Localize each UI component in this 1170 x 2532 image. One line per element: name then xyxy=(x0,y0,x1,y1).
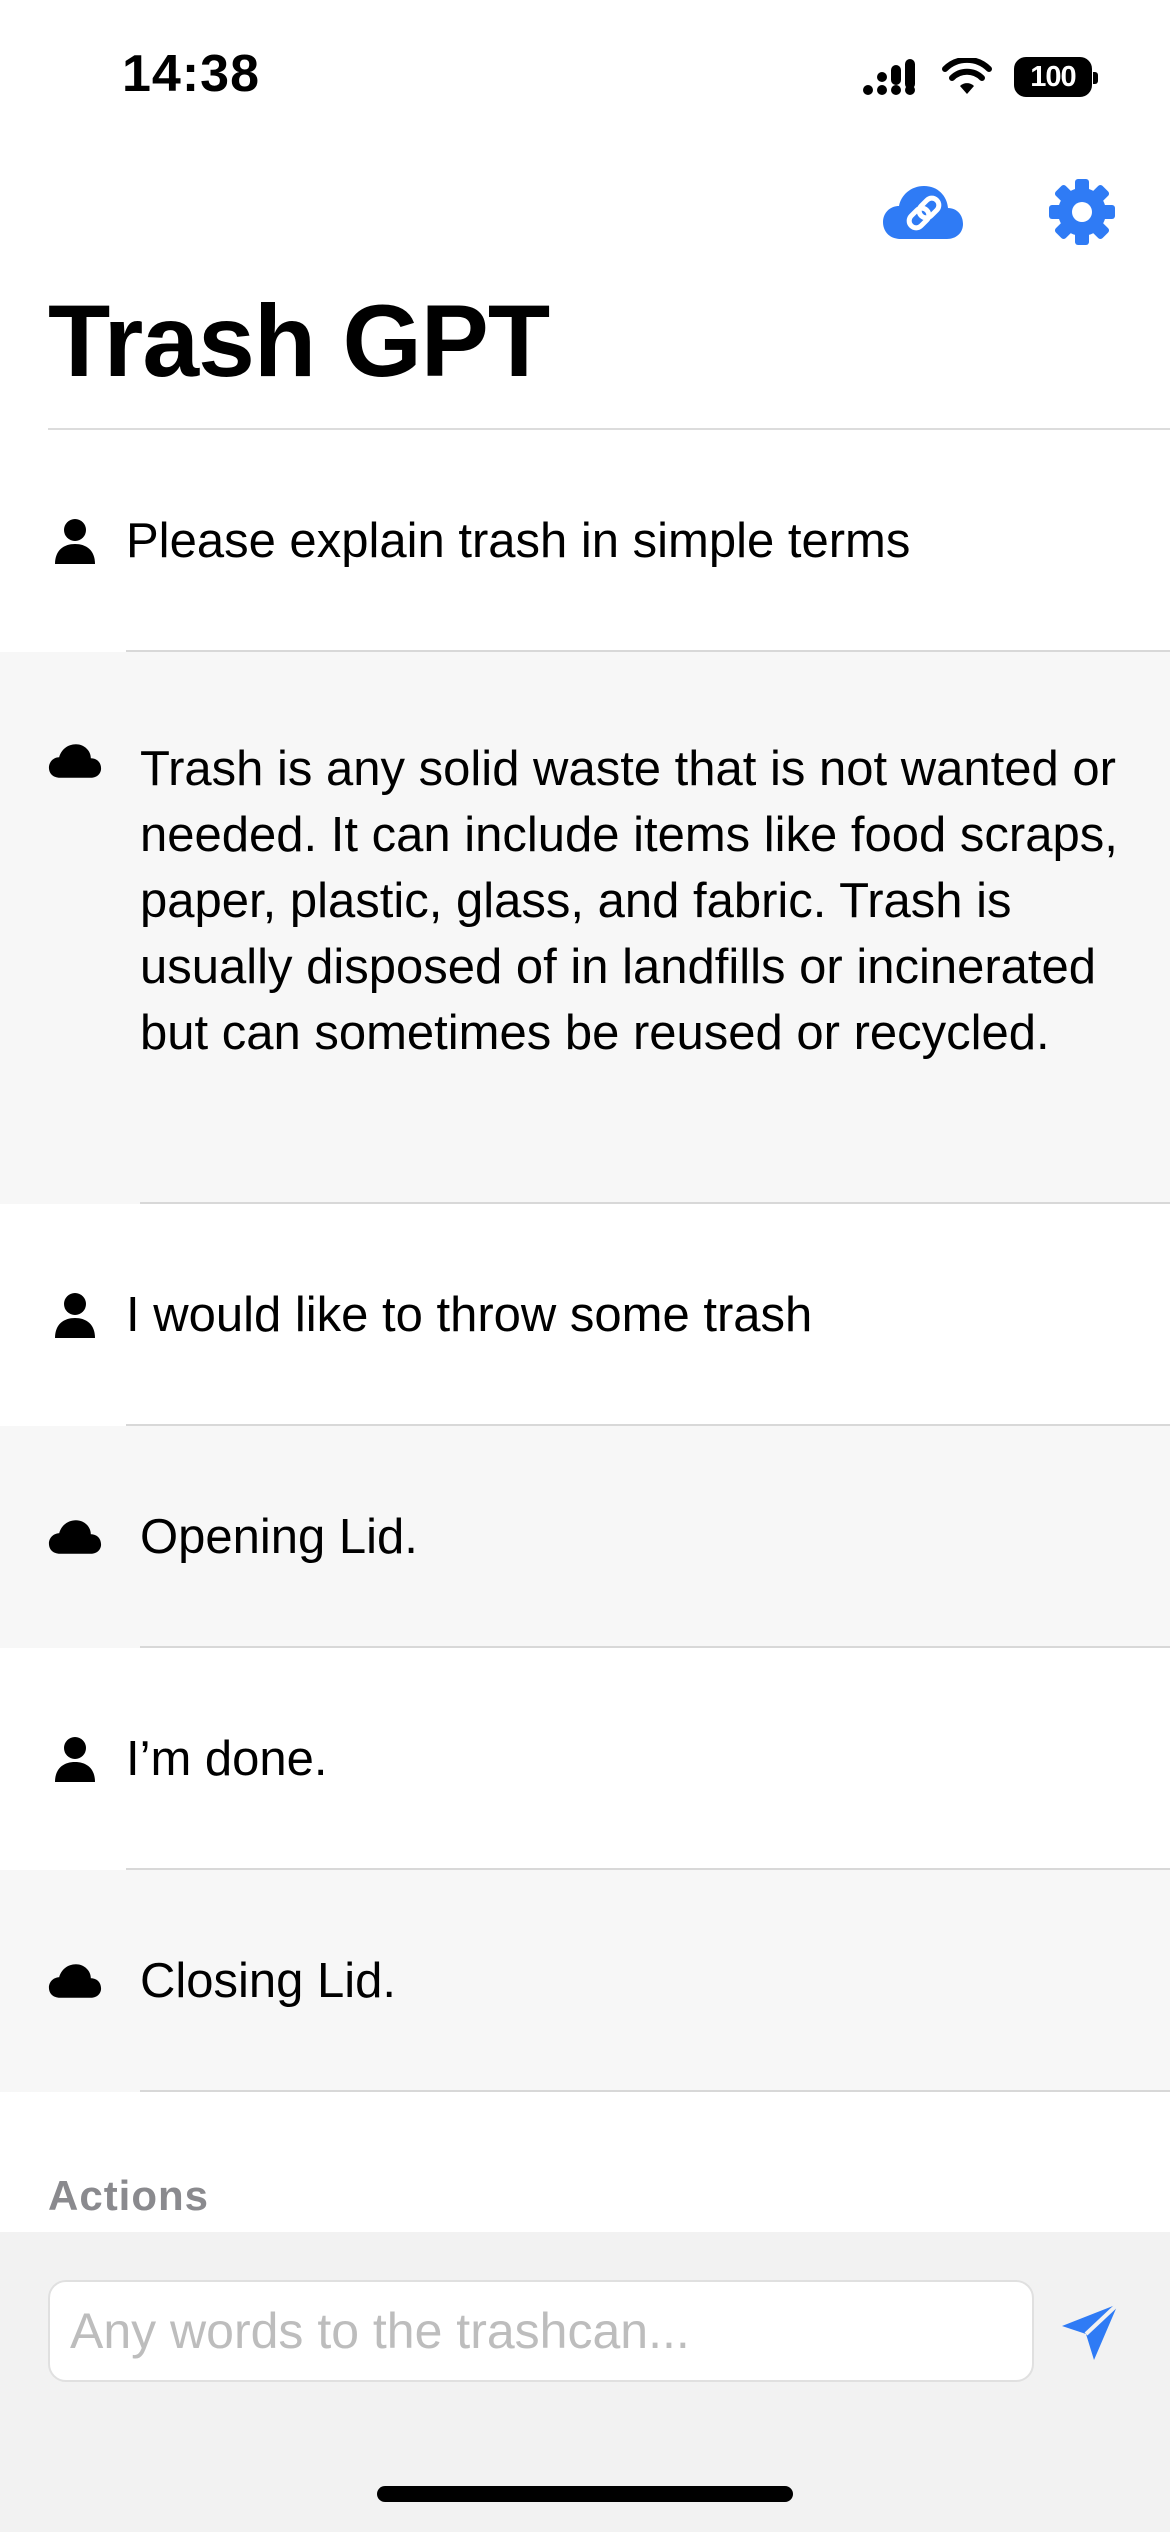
page-title: Trash GPT xyxy=(48,284,550,398)
battery-icon: 100 xyxy=(1014,57,1098,97)
message-text: I would like to throw some trash xyxy=(126,1288,813,1342)
battery-level: 100 xyxy=(1030,60,1076,93)
status-time: 14:38 xyxy=(122,45,260,103)
cloud-link-button[interactable] xyxy=(878,172,968,252)
assistant-message: Opening Lid. xyxy=(0,1426,1170,1648)
cloud-icon xyxy=(48,734,102,788)
person-icon xyxy=(48,1288,102,1342)
cloud-icon xyxy=(48,1510,102,1564)
cloud-icon xyxy=(48,1954,102,2008)
assistant-message: Closing Lid. xyxy=(0,1870,1170,2092)
message-text: I’m done. xyxy=(126,1732,328,1786)
status-icons: 100 xyxy=(862,52,1098,102)
send-icon xyxy=(1062,2302,1120,2360)
person-icon xyxy=(48,1732,102,1786)
user-message: I’m done. xyxy=(0,1648,1170,1870)
send-button[interactable] xyxy=(1052,2294,1128,2370)
wifi-icon xyxy=(942,58,992,94)
message-text: Please explain trash in simple terms xyxy=(126,514,911,568)
home-indicator xyxy=(377,2486,793,2502)
settings-button[interactable] xyxy=(1037,172,1127,252)
message-text: Closing Lid. xyxy=(140,1954,397,2008)
gear-icon xyxy=(1049,179,1115,245)
message-text: Opening Lid. xyxy=(140,1510,418,1564)
message-input[interactable] xyxy=(48,2280,1034,2382)
person-icon xyxy=(48,514,102,568)
status-bar: 14:38 100 xyxy=(0,0,1170,150)
cellular-signal-icon xyxy=(863,59,915,95)
assistant-message: Trash is any solid waste that is not wan… xyxy=(0,652,1170,1204)
message-text: Trash is any solid waste that is not wan… xyxy=(140,742,1118,1060)
cloud-link-icon xyxy=(883,186,963,239)
user-message: I would like to throw some trash xyxy=(0,1204,1170,1426)
user-message: Please explain trash in simple terms xyxy=(0,430,1170,652)
chat-list: Please explain trash in simple terms Tra… xyxy=(0,430,1170,2092)
actions-section-header: Actions xyxy=(48,2172,210,2219)
message-divider xyxy=(140,2090,1170,2092)
